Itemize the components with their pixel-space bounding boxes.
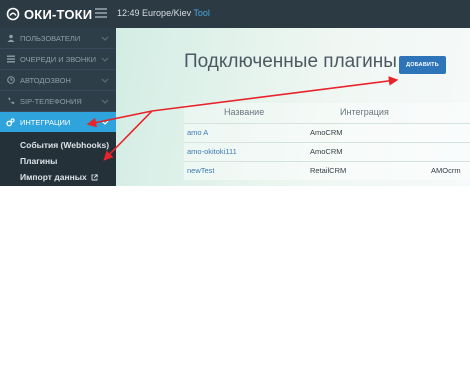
page-title: Подключенные плагины xyxy=(184,51,397,72)
phone-icon xyxy=(6,97,15,106)
chevron-down-icon xyxy=(101,78,109,83)
top-bar: ОКИ-ТОКИ 12:49 Europe/Kiev Tool xyxy=(0,0,470,28)
plugins-table: Название Интеграция amo A AmoCRM amo-oki… xyxy=(184,103,470,180)
sidebar-item-queues[interactable]: ОЧЕРЕДИ И ЗВОНКИ xyxy=(0,49,116,70)
sidebar-item-label: ОЧЕРЕДИ И ЗВОНКИ xyxy=(20,54,96,64)
time-display: 12:49 Europe/Kiev Tool xyxy=(117,8,210,18)
clock-icon xyxy=(6,76,15,85)
table-row[interactable]: newTest RetailCRM AMOcrm xyxy=(184,161,470,180)
logo-text: ОКИ-ТОКИ xyxy=(24,6,93,22)
main-content: Подключенные плагины ДОБАВИТЬ Название И… xyxy=(116,28,470,186)
plugin-integration: AmoCRM xyxy=(310,147,343,156)
column-header-integration[interactable]: Интеграция xyxy=(340,107,389,117)
table-row[interactable]: amo A AmoCRM xyxy=(184,123,470,142)
time-value: 12:49 xyxy=(117,8,140,18)
sidebar-item-label: АВТОДОЗВОН xyxy=(20,75,71,85)
sidebar-item-integrations[interactable]: ИНТЕГРАЦИИ xyxy=(0,112,116,132)
submenu-item-webhooks[interactable]: События (Webhooks) xyxy=(20,140,109,150)
list-icon xyxy=(6,55,15,64)
logo[interactable]: ОКИ-ТОКИ xyxy=(6,6,92,22)
plugin-integration: AmoCRM xyxy=(310,128,343,137)
user-icon xyxy=(6,34,15,43)
plugin-integration: RetailCRM xyxy=(310,166,347,175)
external-link-icon xyxy=(91,174,98,181)
chevron-down-icon xyxy=(101,36,109,41)
sidebar: ПОЛЬЗОВАТЕЛИ ОЧЕРЕДИ И ЗВОНКИ АВТОДОЗВОН… xyxy=(0,28,116,186)
plugin-extra: AMOcrm xyxy=(431,166,461,175)
table-row[interactable]: amo-okitoki111 AmoCRM xyxy=(184,142,470,161)
column-header-name[interactable]: Название xyxy=(224,107,264,117)
cogs-icon xyxy=(6,117,15,127)
plugin-name-link[interactable]: amo-okitoki111 xyxy=(187,147,237,156)
screenshot: ОКИ-ТОКИ 12:49 Europe/Kiev Tool ПОЛЬЗОВА… xyxy=(0,0,470,186)
add-plugin-button[interactable]: ДОБАВИТЬ xyxy=(399,56,446,74)
sidebar-item-label: SIP-ТЕЛЕФОНИЯ xyxy=(20,96,82,106)
plugin-name-link[interactable]: amo A xyxy=(187,128,208,137)
chevron-down-icon xyxy=(101,57,109,62)
integrations-submenu: События (Webhooks) Плагины Импорт данных xyxy=(0,132,116,186)
logo-cloud-icon xyxy=(6,7,20,21)
menu-toggle-icon[interactable] xyxy=(95,8,107,19)
sidebar-item-users[interactable]: ПОЛЬЗОВАТЕЛИ xyxy=(0,28,116,49)
submenu-item-label: Импорт данных xyxy=(20,172,87,182)
chevron-down-icon xyxy=(101,120,109,125)
sidebar-item-sip[interactable]: SIP-ТЕЛЕФОНИЯ xyxy=(0,91,116,112)
timezone-value: Europe/Kiev xyxy=(142,8,192,18)
sidebar-item-label: ПОЛЬЗОВАТЕЛИ xyxy=(20,33,81,43)
table-header: Название Интеграция xyxy=(184,103,470,123)
chevron-down-icon xyxy=(101,99,109,104)
sidebar-item-label: ИНТЕГРАЦИИ xyxy=(20,117,71,127)
timezone-link[interactable]: Tool xyxy=(193,8,210,18)
submenu-item-plugins[interactable]: Плагины xyxy=(20,156,57,166)
plugin-name-link[interactable]: newTest xyxy=(187,166,215,175)
submenu-item-import[interactable]: Импорт данных xyxy=(20,172,98,182)
sidebar-item-autodial[interactable]: АВТОДОЗВОН xyxy=(0,70,116,91)
